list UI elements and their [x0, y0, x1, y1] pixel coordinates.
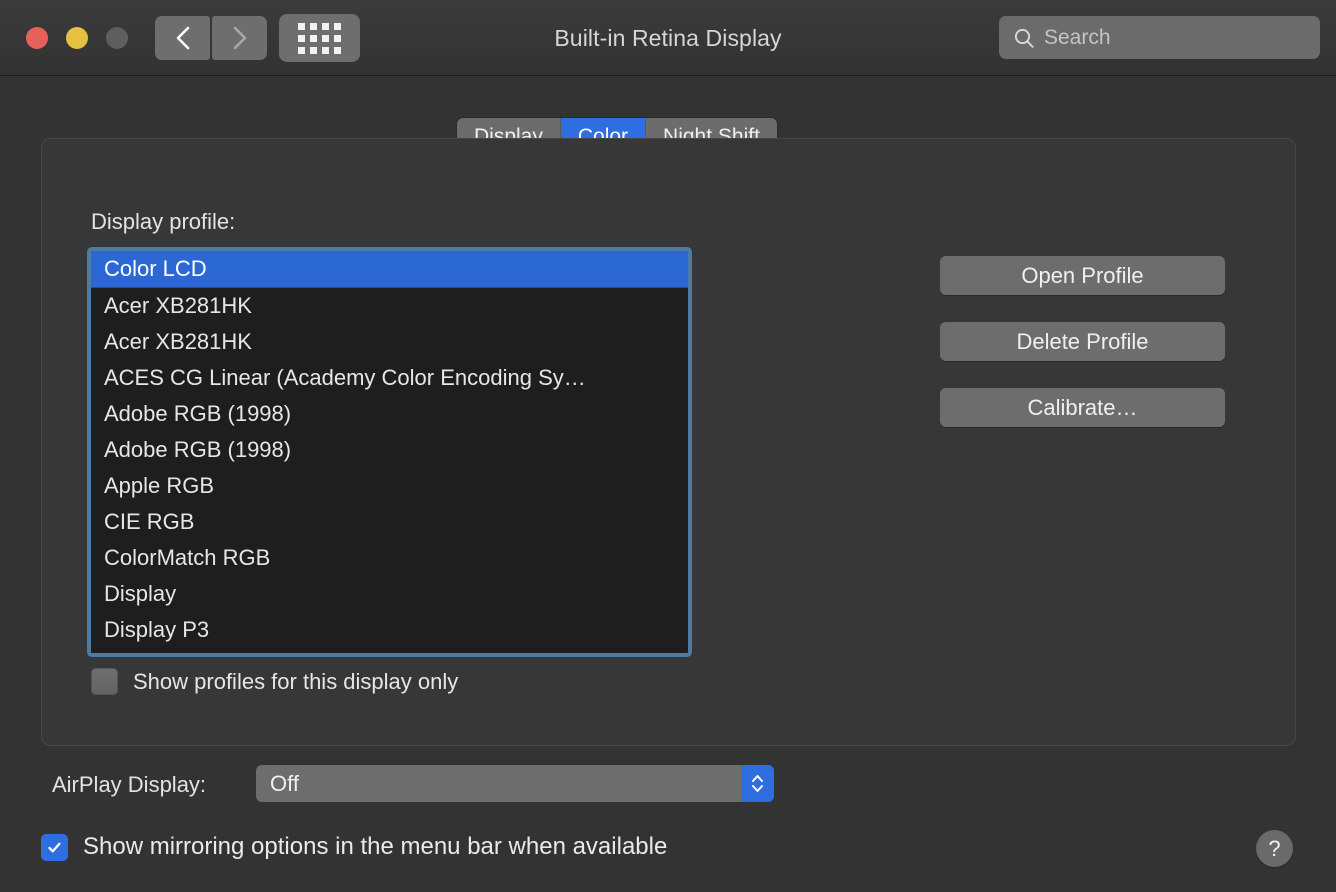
- list-item[interactable]: Adobe RGB (1998): [91, 396, 688, 432]
- help-button[interactable]: ?: [1256, 830, 1293, 867]
- airplay-display-row: AirPlay Display: Off: [0, 765, 1336, 805]
- show-profiles-only-label: Show profiles for this display only: [133, 668, 459, 694]
- window-title-text: Built-in Retina Display: [554, 24, 782, 51]
- calibrate-button[interactable]: Calibrate…: [940, 388, 1225, 427]
- system-preferences-window: Built-in Retina Display Search Display C…: [0, 0, 1336, 892]
- checkmark-icon: [48, 842, 61, 852]
- list-item[interactable]: Display: [91, 576, 688, 612]
- list-item[interactable]: ColorMatch RGB: [91, 540, 688, 576]
- display-profile-list[interactable]: Color LCD Acer XB281HK Acer XB281HK ACES…: [87, 247, 692, 657]
- chevron-up-down-icon[interactable]: [741, 765, 774, 802]
- display-profile-list-inner: Color LCD Acer XB281HK Acer XB281HK ACES…: [91, 251, 688, 648]
- open-profile-button[interactable]: Open Profile: [940, 256, 1225, 295]
- color-settings-panel: Display profile: Color LCD Acer XB281HK …: [41, 138, 1296, 746]
- list-item[interactable]: Acer XB281HK: [91, 288, 688, 324]
- list-item[interactable]: Acer XB281HK: [91, 324, 688, 360]
- airplay-display-select[interactable]: Off: [256, 765, 774, 802]
- show-mirroring-options-checkbox[interactable]: [41, 833, 68, 861]
- window-toolbar: Built-in Retina Display Search: [0, 0, 1336, 76]
- airplay-display-value: Off: [270, 770, 299, 796]
- airplay-display-label: AirPlay Display:: [52, 772, 207, 797]
- search-field[interactable]: Search: [999, 16, 1320, 59]
- list-item[interactable]: Adobe RGB (1998): [91, 432, 688, 468]
- list-item[interactable]: CIE RGB: [91, 504, 688, 540]
- list-item[interactable]: Display P3: [91, 612, 688, 648]
- search-input[interactable]: Search: [1044, 26, 1111, 50]
- list-item[interactable]: Apple RGB: [91, 468, 688, 504]
- show-mirroring-options-label: Show mirroring options in the menu bar w…: [83, 833, 668, 860]
- delete-profile-button[interactable]: Delete Profile: [940, 322, 1225, 361]
- help-icon: ?: [1268, 835, 1281, 861]
- search-icon: [1013, 27, 1035, 49]
- show-profiles-only-checkbox[interactable]: [91, 668, 118, 695]
- list-item[interactable]: ACES CG Linear (Academy Color Encoding S…: [91, 360, 688, 396]
- display-profile-label: Display profile:: [91, 209, 236, 234]
- show-mirroring-options-row[interactable]: Show mirroring options in the menu bar w…: [41, 833, 667, 861]
- show-profiles-only-row[interactable]: Show profiles for this display only: [91, 668, 458, 695]
- list-item[interactable]: Color LCD: [91, 251, 688, 287]
